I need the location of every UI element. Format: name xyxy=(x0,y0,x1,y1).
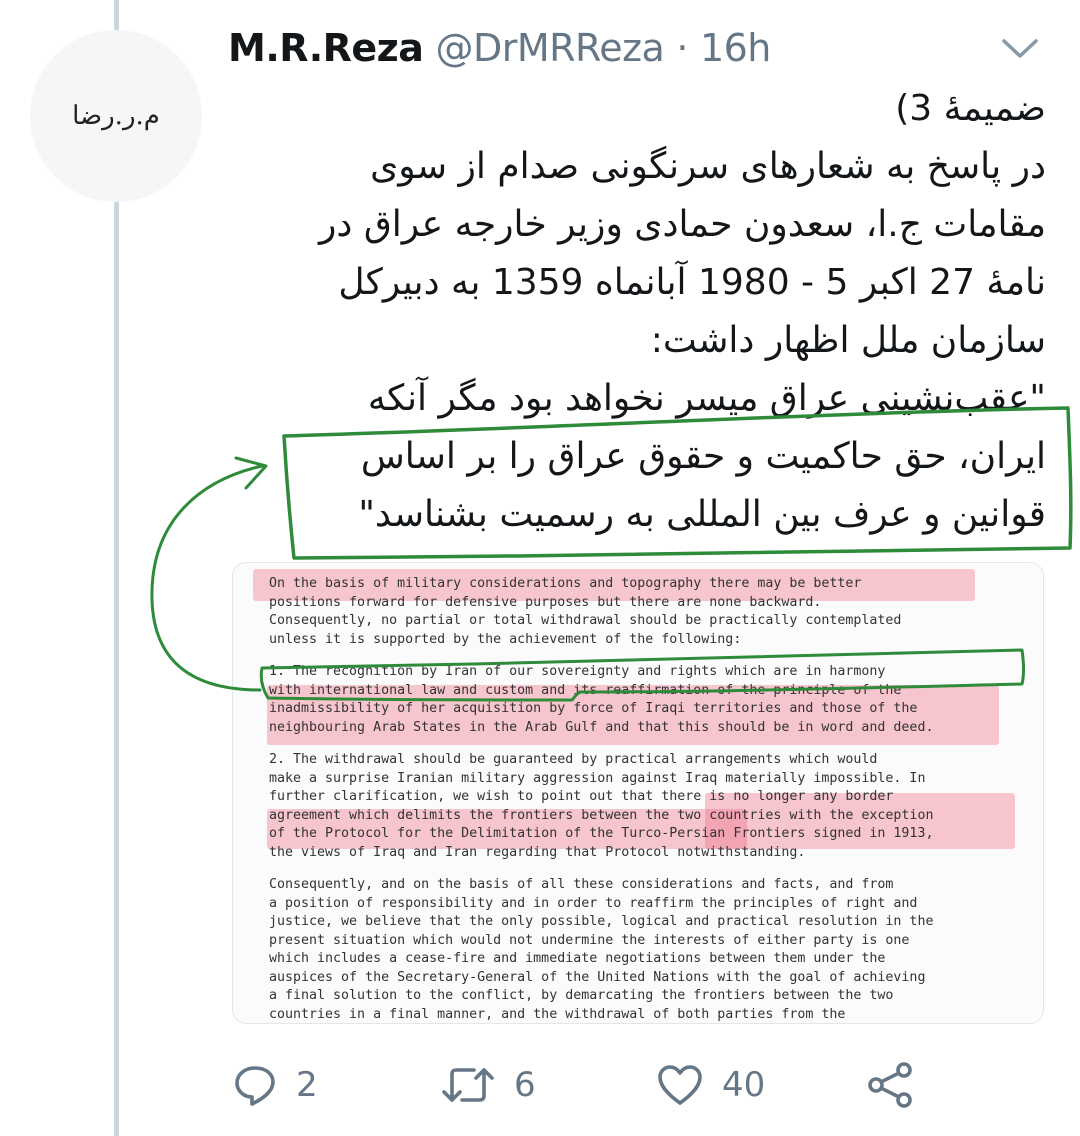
doc-line: countries in a final manner, and the wit… xyxy=(269,1006,846,1022)
doc-line: unless it is supported by the achievemen… xyxy=(269,631,742,647)
doc-line: a final solution to the conflict, by dem… xyxy=(269,988,894,1003)
doc-line: make a surprise Iranian military aggress… xyxy=(269,770,926,786)
tweet-actions: 2 6 40 xyxy=(232,1058,932,1112)
chevron-down-icon[interactable] xyxy=(1000,36,1040,62)
doc-line: 1. The recognition by Iran of our sovere… xyxy=(269,664,886,679)
doc-paragraph: On the basis of military considerations … xyxy=(269,575,1039,649)
meta-separator: · xyxy=(676,26,688,70)
doc-line: with international law and custom and it… xyxy=(269,682,902,698)
doc-line: justice, we believe that the only possib… xyxy=(269,914,934,929)
doc-line: a position of responsibility and in orde… xyxy=(269,895,918,911)
retweet-button[interactable]: 6 xyxy=(440,1058,536,1112)
tweet-time[interactable]: 16h xyxy=(700,26,771,70)
tweet-text-line: ضمیمۀ 3) xyxy=(895,88,1046,129)
reply-icon xyxy=(232,1062,278,1108)
tweet-text-line: در پاسخ به شعارهای سرنگونی صدام از سوی xyxy=(370,146,1046,187)
tweet-text-line: نامۀ 27 اکبر 5 - 1980 آبانماه 1359 به دب… xyxy=(338,262,1046,303)
doc-line: present situation which would not underm… xyxy=(269,932,910,948)
retweet-icon xyxy=(440,1062,496,1108)
doc-line: inadmissibility of her acquisition by fo… xyxy=(269,701,918,716)
doc-line: 2. The withdrawal should be guaranteed b… xyxy=(269,752,878,767)
doc-line: Consequently, no partial or total withdr… xyxy=(269,613,902,628)
document-image[interactable]: On the basis of military considerations … xyxy=(232,562,1044,1024)
reply-button[interactable]: 2 xyxy=(232,1058,318,1112)
tweet-text-line: سازمان ملل اظهار داشت: xyxy=(650,320,1046,361)
share-icon xyxy=(866,1060,916,1110)
tweet-text-line: مقامات ج.ا، سعدون حمادی وزیر خارجه عراق … xyxy=(318,204,1046,245)
doc-paragraph: 2. The withdrawal should be guaranteed b… xyxy=(269,751,1039,862)
tweet-text: ضمیمۀ 3) در پاسخ به شعارهای سرنگونی صدام… xyxy=(240,80,1046,544)
tweet-text-line: ایران، حق حاکمیت و حقوق عراق را بر اساس xyxy=(360,436,1046,477)
like-count: 40 xyxy=(722,1065,766,1105)
share-button[interactable] xyxy=(866,1058,916,1112)
doc-line: positions forward for defensive purposes… xyxy=(269,594,822,610)
like-icon xyxy=(656,1063,704,1107)
document-page: On the basis of military considerations … xyxy=(269,575,1039,1023)
tweet-header: M.R.Reza @DrMRReza · 16h xyxy=(228,22,771,74)
doc-line: which includes a cease-fire and immediat… xyxy=(269,951,886,966)
tweet-text-line: "عقب‌نشینی عراق میسر نخواهد بود مگر آنکه xyxy=(367,378,1046,419)
tweet-text-line: قوانین و عرف بین المللی به رسمیت بشناسد" xyxy=(358,494,1046,535)
avatar-signature: م.ر.رضا xyxy=(72,101,160,131)
doc-line: the views of Iraq and Iran regarding tha… xyxy=(269,844,806,860)
doc-paragraph: Consequently, and on the basis of all th… xyxy=(269,876,1039,1023)
doc-line: further clarification, we wish to point … xyxy=(269,789,894,804)
retweet-count: 6 xyxy=(514,1065,536,1105)
doc-line: of the Protocol for the Delimitation of … xyxy=(269,826,934,841)
doc-paragraph: 1. The recognition by Iran of our sovere… xyxy=(269,663,1039,737)
reply-count: 2 xyxy=(296,1065,318,1105)
author-handle[interactable]: @DrMRReza xyxy=(435,26,664,70)
doc-line: auspices of the Secretary-General of the… xyxy=(269,969,926,985)
author-name[interactable]: M.R.Reza xyxy=(228,26,424,70)
doc-line: neighbouring Arab States in the Arab Gul… xyxy=(269,719,934,735)
doc-line: On the basis of military considerations … xyxy=(269,576,862,591)
doc-line: agreement which delimits the frontiers b… xyxy=(269,807,934,823)
avatar[interactable]: م.ر.رضا xyxy=(30,30,202,202)
like-button[interactable]: 40 xyxy=(656,1058,765,1112)
doc-line: Consequently, and on the basis of all th… xyxy=(269,877,894,892)
